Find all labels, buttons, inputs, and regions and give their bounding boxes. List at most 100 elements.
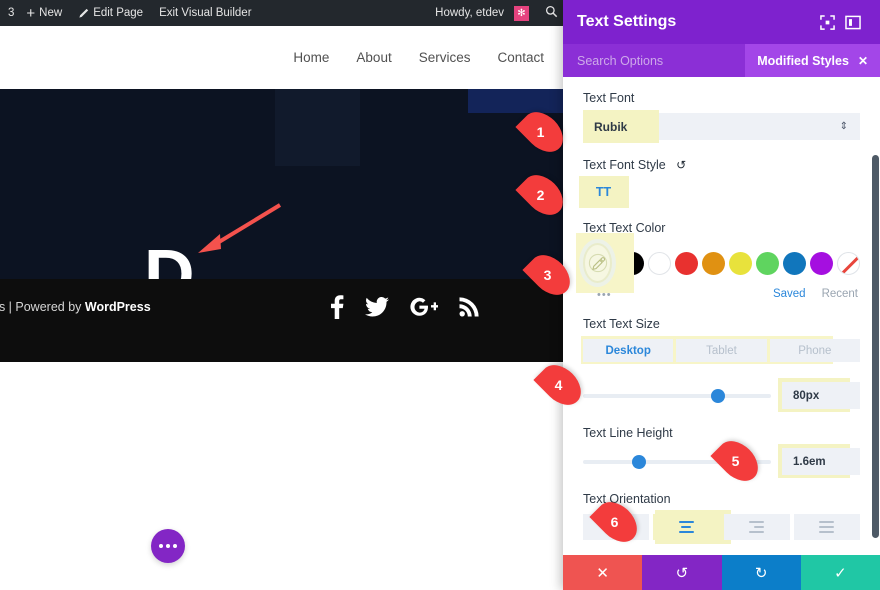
align-justify-icon[interactable] [793,514,860,540]
cancel-button[interactable]: ✕ [563,555,643,590]
text-size-slider[interactable] [583,388,771,403]
marker-number: 5 [731,453,740,469]
exit-visual-builder[interactable]: Exit Visual Builder [151,0,259,26]
edit-page-label: Edit Page [93,7,144,19]
marker-number: 3 [543,267,552,283]
site-footer: es | Powered by WordPress [0,279,568,362]
nav-item-about[interactable]: About [356,50,391,65]
line-height-value-wrap: 1.6em [778,444,860,478]
label-text-size: Text Text Size [583,317,660,331]
align-right-icon[interactable] [723,514,790,540]
font-select[interactable]: Rubik ⇕ [583,110,860,143]
device-tab-tablet[interactable]: Tablet [676,339,767,362]
annotation-marker-1: 1 [515,104,571,160]
screen: 3 + New Edit Page Exit Visual Builder Ho… [0,0,880,590]
twitter-icon[interactable] [365,296,389,322]
panel-layout-icon[interactable] [840,9,866,35]
search-options-input[interactable]: Search Options [563,44,745,77]
swatch-yellow[interactable] [729,251,752,275]
label-font-style: Text Font Style ↺ [583,157,860,172]
text-size-value-wrap: 80px [778,378,860,412]
label-text-font: Text Font [583,91,635,105]
annotation-marker-5: 5 [710,433,766,489]
device-tab-desktop[interactable]: Desktop [583,339,674,362]
marker-number: 4 [554,377,563,393]
page-settings-button[interactable] [151,529,185,563]
panel-body: Text Font Rubik ⇕ Text Font Style ↺ TT T… [563,77,880,555]
google-plus-icon[interactable] [410,297,439,322]
swatch-orange[interactable] [702,251,725,275]
swatch-green[interactable] [756,251,779,275]
footer-credit-brand: WordPress [84,300,151,314]
label-line-height: Text Line Height [583,426,673,440]
hero-text-module[interactable]: D [144,239,195,279]
howdy-label: Howdy, etdev [435,7,504,19]
edit-page-menu[interactable]: Edit Page [70,0,151,26]
field-font-style: Text Font Style ↺ TT [563,157,880,208]
text-size-slider-row: 80px [583,378,860,412]
page-content [0,362,568,590]
field-text-color: Text Text Color ••• Saved Recent [563,221,880,301]
account-menu[interactable]: Howdy, etdev ✻ [427,0,537,26]
panel-title: Text Settings [577,13,677,30]
swatch-purple[interactable] [810,251,833,275]
hero-section[interactable]: D [0,89,568,279]
color-swatch-row: ••• [576,233,860,301]
marker-number: 2 [536,187,545,203]
color-picker-button[interactable]: ••• [583,243,612,301]
marker-number: 1 [536,124,545,140]
annotation-arrow [192,201,284,261]
pencil-icon [78,8,89,19]
line-height-value[interactable]: 1.6em [782,448,860,475]
swatch-none[interactable] [837,251,860,275]
modified-styles-filter[interactable]: Modified Styles ✕ [745,44,880,77]
reset-icon[interactable]: ↺ [674,157,689,172]
saved-colors-tab[interactable]: Saved [773,288,806,300]
font-style-buttons: TT [579,176,629,208]
focus-target-icon[interactable] [814,9,840,35]
swatch-white[interactable] [648,251,671,275]
exit-builder-label: Exit Visual Builder [159,7,252,19]
undo-button[interactable]: ↺ [642,555,722,590]
more-colors-icon[interactable]: ••• [597,289,612,301]
rss-icon[interactable] [459,297,479,322]
nav-item-services[interactable]: Services [419,50,471,65]
nav-item-contact[interactable]: Contact [497,50,544,65]
field-text-size: Text Text Size Desktop Tablet Phone 80px [563,317,880,412]
comments-count[interactable]: 3 [0,0,18,26]
text-size-value[interactable]: 80px [782,382,860,409]
site-preview: Home About Services Contact D es | Power… [0,26,568,590]
redo-button[interactable]: ↻ [721,555,801,590]
marker-number: 6 [610,514,619,530]
slider-knob[interactable] [711,388,726,403]
panel-header: Text Settings [563,0,880,44]
swatch-blue[interactable] [783,251,806,275]
new-label: New [39,7,63,19]
device-tab-phone[interactable]: Phone [769,339,860,362]
label-font-style-text: Text Font Style [583,157,666,172]
annotation-marker-2: 2 [515,167,571,223]
facebook-icon[interactable] [330,295,344,324]
save-button[interactable]: ✓ [800,555,880,590]
social-links [330,295,479,324]
close-icon[interactable]: ✕ [858,54,868,68]
annotation-marker-6: 6 [589,494,645,550]
footer-credit-prefix: es | Powered by [0,300,85,314]
slider-knob[interactable] [632,454,647,469]
dot [159,544,163,548]
swatch-red[interactable] [675,251,698,275]
decorative-square [468,89,568,113]
nav-item-home[interactable]: Home [293,50,329,65]
text-transform-button[interactable]: TT [583,180,624,204]
align-center-icon[interactable] [653,514,720,540]
avatar: ✻ [514,5,529,21]
panel-scrollbar[interactable] [872,155,879,538]
panel-action-bar: ✕ ↺ ↻ ✓ [563,555,880,590]
site-navigation: Home About Services Contact [0,26,568,89]
field-text-font: Text Font Rubik ⇕ [563,91,880,143]
recent-colors-tab[interactable]: Recent [822,288,858,300]
label-text-orientation: Text Orientation [583,492,671,506]
wp-admin-bar: 3 + New Edit Page Exit Visual Builder Ho… [0,0,568,26]
panel-subbar: Search Options Modified Styles ✕ [563,44,880,77]
new-menu[interactable]: + New [18,0,70,26]
